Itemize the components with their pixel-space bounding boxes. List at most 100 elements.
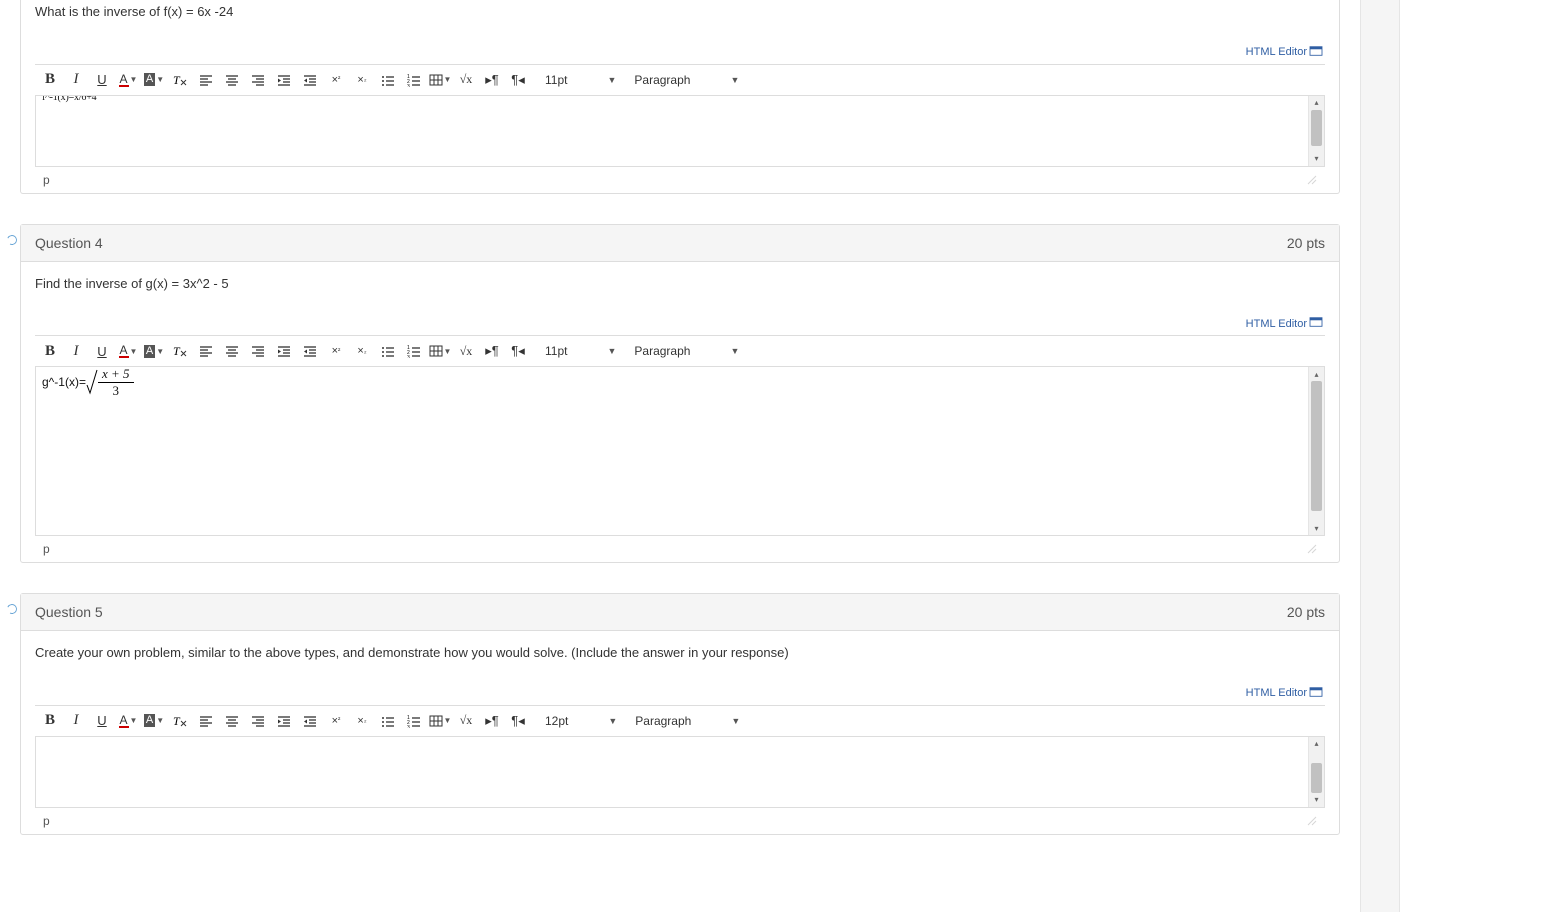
bold-button[interactable]: B [37,338,63,364]
scroll-up-arrow[interactable]: ▴ [1309,96,1324,110]
italic-button[interactable]: I [63,708,89,734]
scroll-up-arrow[interactable]: ▴ [1309,367,1324,381]
equation-button[interactable]: √x [453,67,479,93]
scroll-down-arrow[interactable]: ▾ [1309,152,1324,166]
font-size-value: 11pt [545,73,567,87]
bg-color-button[interactable]: A▼ [141,708,167,734]
text-color-button[interactable]: A▼ [115,67,141,93]
question-5-points: 20 pts [1287,604,1325,620]
ltr-button[interactable]: ▸¶ [479,338,505,364]
font-size-value: 12pt [545,714,568,728]
indent-button[interactable] [297,67,323,93]
resize-grip-icon[interactable] [1305,173,1317,185]
editor-area[interactable]: g^-1(x)= x + 5 3 ▴ ▾ [35,366,1325,536]
html-editor-label: HTML Editor [1246,687,1307,699]
svg-text:T: T [173,344,181,358]
editor-path: p [43,173,50,187]
align-center-button[interactable] [219,338,245,364]
editor-scrollbar[interactable]: ▴ ▾ [1308,367,1324,535]
equation-button[interactable]: √x [453,708,479,734]
number-list-button[interactable]: 123 [401,67,427,93]
subscript-button[interactable]: ×₂ [349,338,375,364]
align-right-button[interactable] [245,708,271,734]
bold-button[interactable]: B [37,708,63,734]
table-button[interactable]: ▼ [427,338,453,364]
align-center-button[interactable] [219,67,245,93]
table-button[interactable]: ▼ [427,708,453,734]
question-4-block: Question 4 20 pts Find the inverse of g(… [20,224,1340,564]
italic-button[interactable]: I [63,67,89,93]
clear-format-button[interactable]: T [167,67,193,93]
number-list-button[interactable]: 123 [401,338,427,364]
italic-button[interactable]: I [63,338,89,364]
scroll-down-arrow[interactable]: ▾ [1309,793,1324,807]
clear-format-button[interactable]: T [167,708,193,734]
rtl-button[interactable]: ¶◂ [505,67,531,93]
number-list-button[interactable]: 123 [401,708,427,734]
bullet-list-button[interactable] [375,338,401,364]
editor-area[interactable]: f^-1(x)=x/6+4 ▴ ▾ [35,95,1325,167]
html-editor-toggle[interactable]: HTML Editor [1246,686,1323,701]
underline-button[interactable]: U [89,338,115,364]
html-editor-label: HTML Editor [1246,46,1307,58]
outdent-button[interactable] [271,338,297,364]
question-3-block: What is the inverse of f(x) = 6x -24 HTM… [20,0,1340,194]
align-right-button[interactable] [245,338,271,364]
text-color-button[interactable]: A▼ [115,708,141,734]
scroll-thumb[interactable] [1311,110,1322,146]
scroll-thumb[interactable] [1311,381,1322,511]
align-left-button[interactable] [193,67,219,93]
resize-grip-icon[interactable] [1305,542,1317,554]
bg-color-button[interactable]: A▼ [141,338,167,364]
scroll-down-arrow[interactable]: ▾ [1309,521,1324,535]
superscript-button[interactable]: ×² [323,708,349,734]
rtl-button[interactable]: ¶◂ [505,708,531,734]
q3-answer-text: f^-1(x)=x/6+4 [42,96,1302,103]
align-left-button[interactable] [193,338,219,364]
editor-scrollbar[interactable]: ▴ ▾ [1308,96,1324,166]
ltr-button[interactable]: ▸¶ [479,708,505,734]
bullet-list-button[interactable] [375,67,401,93]
subscript-button[interactable]: ×₂ [349,708,375,734]
font-size-select[interactable]: 12pt▼ [541,712,621,730]
scroll-up-arrow[interactable]: ▴ [1309,737,1324,751]
paragraph-select[interactable]: Paragraph▼ [630,342,743,360]
editor-area[interactable]: ▴ ▾ [35,736,1325,808]
outdent-button[interactable] [271,708,297,734]
underline-button[interactable]: U [89,67,115,93]
question-5-prompt: Create your own problem, similar to the … [35,645,1325,660]
subscript-button[interactable]: ×₂ [349,67,375,93]
superscript-button[interactable]: ×² [323,67,349,93]
editor-toolbar: B I U A▼ A▼ T ×² ×₂ 123 ▼ √x ▸¶ ¶◂ 11pt▼… [35,64,1325,95]
font-size-value: 11pt [545,344,567,358]
rtl-button[interactable]: ¶◂ [505,338,531,364]
font-size-select[interactable]: 11pt▼ [541,71,620,89]
html-editor-icon [1309,686,1323,701]
table-button[interactable]: ▼ [427,67,453,93]
clear-format-button[interactable]: T [167,338,193,364]
ltr-button[interactable]: ▸¶ [479,67,505,93]
text-color-button[interactable]: A▼ [115,338,141,364]
scroll-thumb[interactable] [1311,763,1322,793]
svg-text:3: 3 [407,725,410,728]
align-left-button[interactable] [193,708,219,734]
paragraph-select[interactable]: Paragraph▼ [631,712,744,730]
underline-button[interactable]: U [89,708,115,734]
html-editor-label: HTML Editor [1246,318,1307,330]
align-center-button[interactable] [219,708,245,734]
bold-button[interactable]: B [37,67,63,93]
bg-color-button[interactable]: A▼ [141,67,167,93]
html-editor-toggle[interactable]: HTML Editor [1246,316,1323,331]
editor-scrollbar[interactable]: ▴ ▾ [1308,737,1324,807]
align-right-button[interactable] [245,67,271,93]
superscript-button[interactable]: ×² [323,338,349,364]
paragraph-select[interactable]: Paragraph▼ [630,71,743,89]
font-size-select[interactable]: 11pt▼ [541,342,620,360]
bullet-list-button[interactable] [375,708,401,734]
html-editor-toggle[interactable]: HTML Editor [1246,45,1323,60]
indent-button[interactable] [297,708,323,734]
outdent-button[interactable] [271,67,297,93]
equation-button[interactable]: √x [453,338,479,364]
resize-grip-icon[interactable] [1305,814,1317,826]
indent-button[interactable] [297,338,323,364]
